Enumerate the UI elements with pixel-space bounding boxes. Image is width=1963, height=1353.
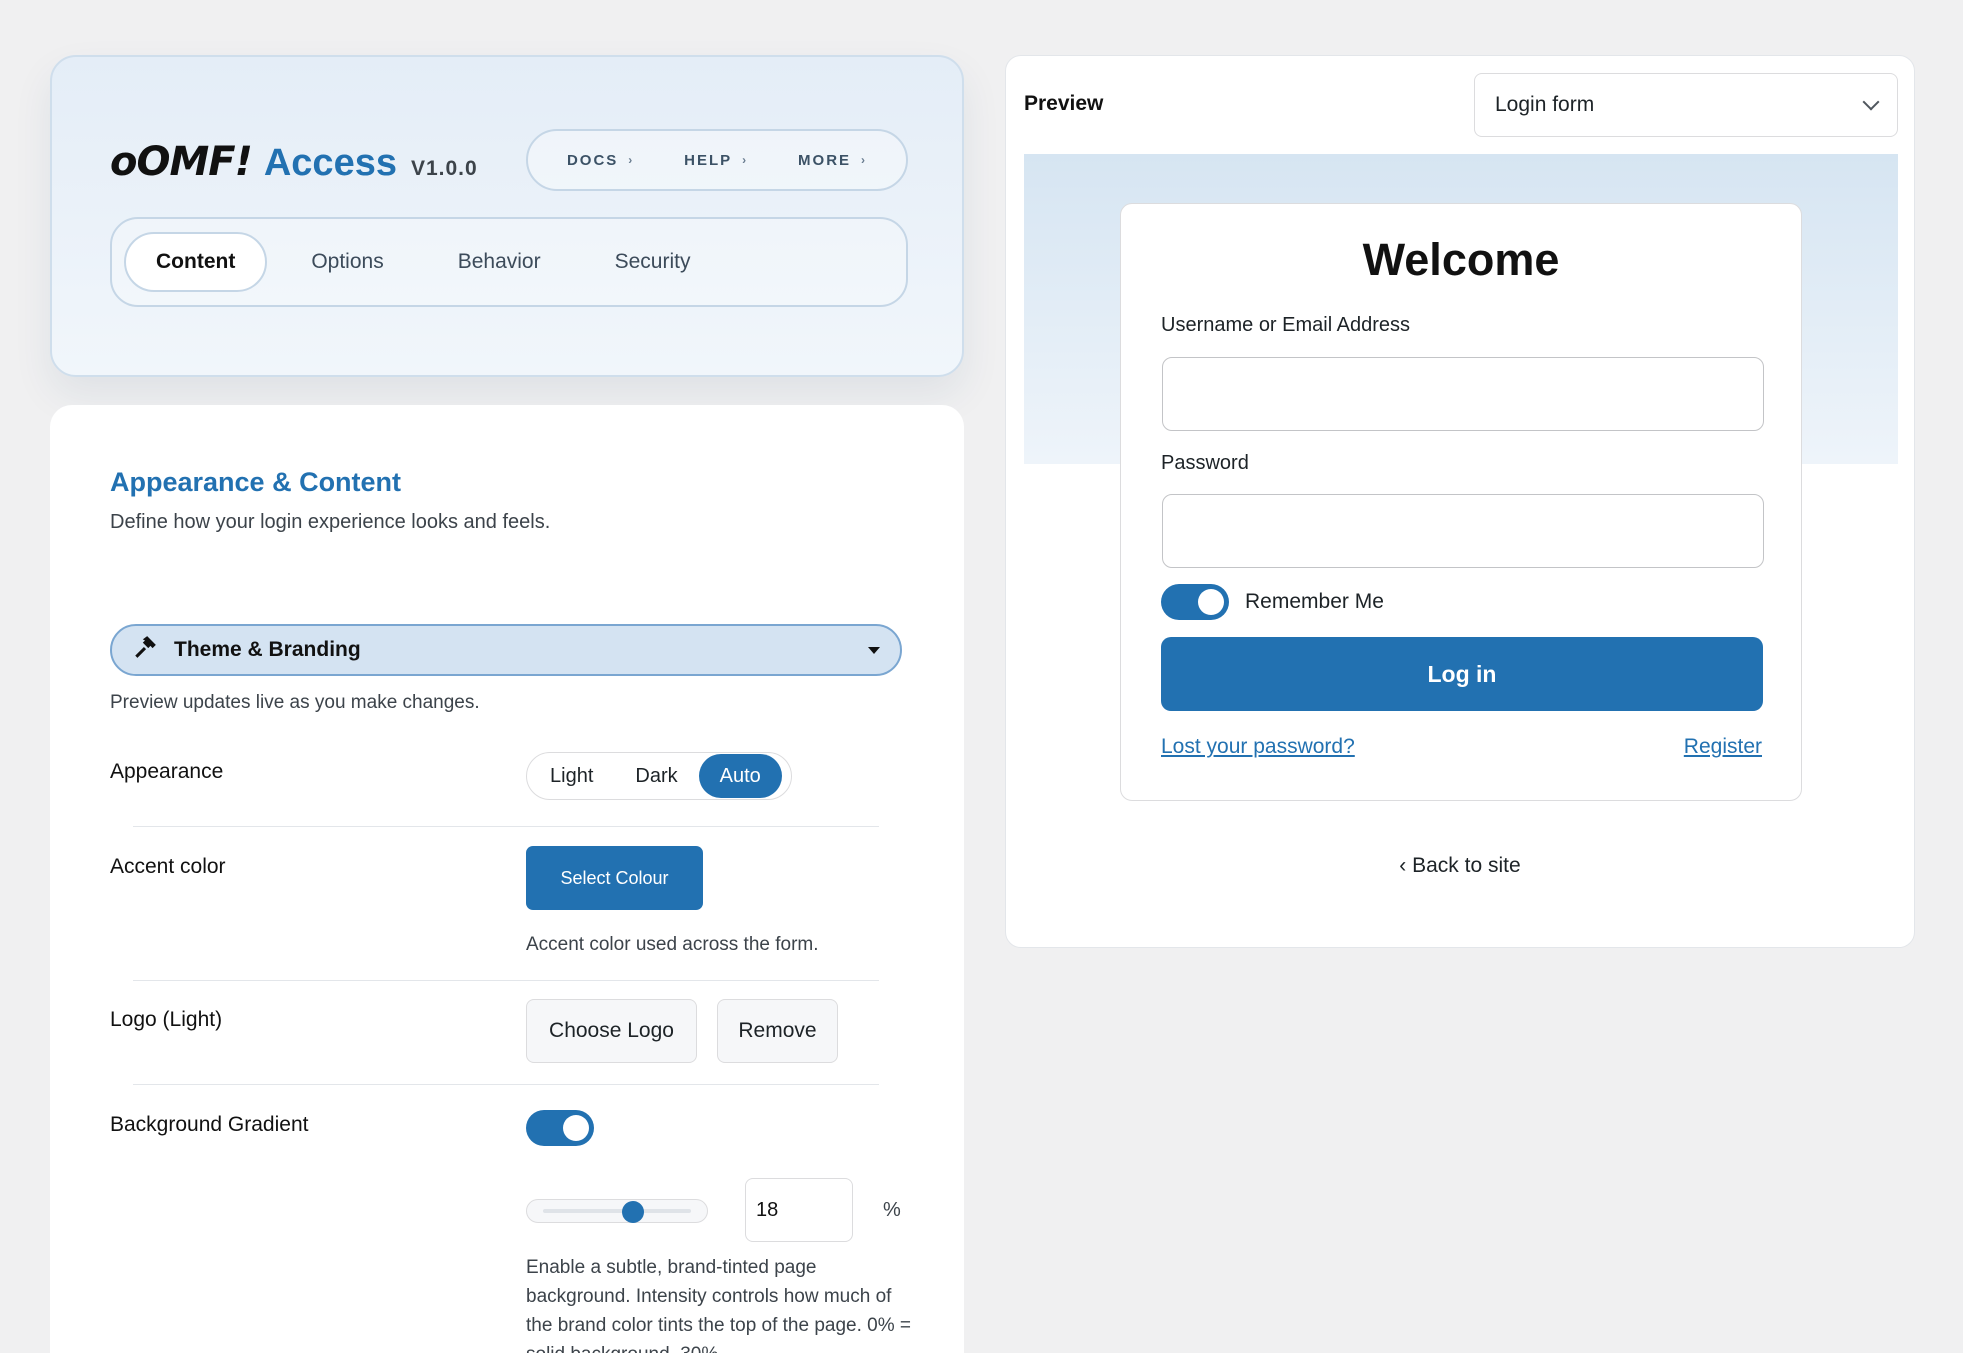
version-label: V1.0.0 <box>410 157 478 180</box>
accordion-label: Theme & Branding <box>174 638 361 661</box>
docs-link[interactable]: DOCS › <box>567 152 634 169</box>
login-form-preview: Welcome Username or Email Address Passwo… <box>1120 203 1802 801</box>
chevron-right-icon: › <box>861 153 868 167</box>
lost-password-link[interactable]: Lost your password? <box>1161 735 1355 759</box>
gradient-intensity-slider[interactable] <box>526 1199 708 1223</box>
username-input[interactable] <box>1162 357 1764 431</box>
gradient-intensity-input[interactable] <box>745 1178 853 1242</box>
tab-security[interactable]: Security <box>585 232 721 292</box>
plugin-header: oOMF! Access V1.0.0 DOCS › HELP › MORE ›… <box>50 55 964 377</box>
help-link-label: HELP <box>684 151 733 169</box>
section-description: Define how your login experience looks a… <box>110 511 551 533</box>
hammer-icon <box>132 634 162 667</box>
docs-link-label: DOCS <box>566 151 619 169</box>
divider <box>133 1084 879 1085</box>
preview-form-select[interactable]: Login form <box>1474 73 1898 137</box>
logo-light-label: Logo (Light) <box>110 1008 223 1031</box>
divider <box>133 980 879 981</box>
background-gradient-label: Background Gradient <box>110 1113 309 1136</box>
brand-logo: oOMF! <box>110 139 253 185</box>
chevron-down-icon <box>1862 93 1880 111</box>
settings-panel: Appearance & Content Define how your log… <box>50 405 964 1353</box>
chevron-right-icon: › <box>628 153 635 167</box>
select-colour-button[interactable]: Select Colour <box>526 846 703 910</box>
appearance-switch: Light Dark Auto <box>526 752 792 800</box>
remove-logo-button[interactable]: Remove <box>717 999 838 1063</box>
register-link[interactable]: Register <box>1684 735 1762 759</box>
caret-down-icon <box>868 646 880 654</box>
slider-track <box>543 1209 691 1213</box>
appearance-dark[interactable]: Dark <box>614 754 698 798</box>
tab-behavior[interactable]: Behavior <box>428 232 571 292</box>
accent-color-label: Accent color <box>110 855 226 878</box>
settings-tabs: Content Options Behavior Security <box>110 217 908 307</box>
preview-title: Preview <box>1024 92 1104 115</box>
brand-name: Access <box>263 142 397 184</box>
appearance-auto[interactable]: Auto <box>698 754 782 798</box>
appearance-light[interactable]: Light <box>529 754 614 798</box>
preview-panel: Preview Login form Welcome Username or E… <box>1005 55 1915 948</box>
more-link-label: MORE <box>798 151 852 169</box>
password-label: Password <box>1161 452 1249 474</box>
slider-thumb[interactable] <box>622 1201 644 1223</box>
gradient-hint: Enable a subtle, brand-tinted page backg… <box>526 1257 912 1353</box>
appearance-label: Appearance <box>110 760 224 783</box>
password-input[interactable] <box>1162 494 1764 568</box>
header-links: DOCS › HELP › MORE › <box>526 129 908 191</box>
more-link[interactable]: MORE › <box>798 152 867 169</box>
help-link[interactable]: HELP › <box>684 152 748 169</box>
toggle-knob <box>563 1115 589 1141</box>
accordion-hint: Preview updates live as you make changes… <box>110 692 480 713</box>
log-in-button[interactable]: Log in <box>1161 637 1763 711</box>
remember-me-toggle[interactable] <box>1161 584 1229 620</box>
tab-options[interactable]: Options <box>281 232 413 292</box>
preview-select-value: Login form <box>1495 93 1595 116</box>
chevron-right-icon: › <box>742 153 749 167</box>
remember-me-label: Remember Me <box>1245 590 1384 613</box>
back-to-site-link[interactable]: ‹ Back to site <box>1006 854 1914 878</box>
accent-hint: Accent color used across the form. <box>526 934 819 955</box>
percent-unit: % <box>883 1199 901 1221</box>
background-gradient-toggle[interactable] <box>526 1110 594 1146</box>
choose-logo-button[interactable]: Choose Logo <box>526 999 697 1063</box>
username-label: Username or Email Address <box>1161 314 1410 336</box>
toggle-knob <box>1198 589 1224 615</box>
divider <box>133 826 879 827</box>
login-heading: Welcome <box>1362 234 1560 285</box>
theme-branding-accordion[interactable]: Theme & Branding <box>110 624 902 676</box>
section-title: Appearance & Content <box>110 467 402 497</box>
tab-content[interactable]: Content <box>124 232 268 292</box>
brand: oOMF! Access V1.0.0 <box>110 139 478 185</box>
